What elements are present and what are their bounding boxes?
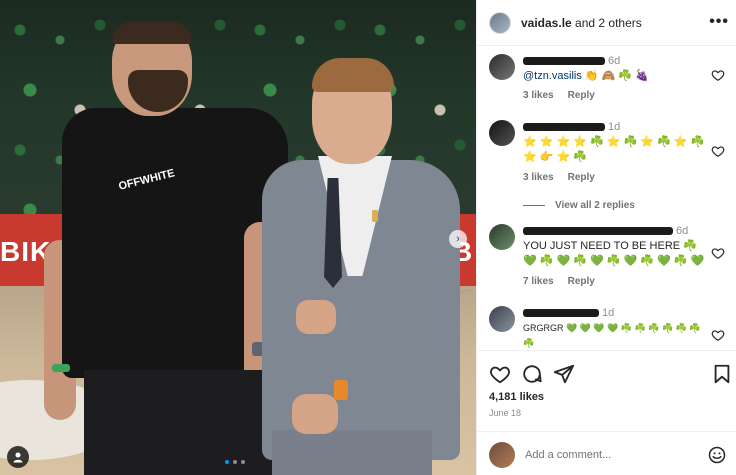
replies-divider (523, 205, 545, 206)
more-icon: ••• (709, 13, 729, 30)
lapel-pin (372, 210, 378, 222)
comment-text: ⭐ ⭐ ⭐ ⭐ ☘️ ⭐ ☘️ ⭐ ☘️ ⭐ ☘️ ⭐ 👉 ⭐ ☘️ (523, 136, 705, 163)
player-pants (84, 370, 274, 475)
comment-body: 1d GRGRGR 💚 💚 💚 💚 ☘️ ☘️ ☘️ ☘️ ☘️ ☘️ ☘️ (523, 306, 707, 350)
like-comment-icon[interactable] (711, 68, 725, 82)
redacted-username[interactable] (523, 309, 599, 318)
comment-icon[interactable] (521, 363, 543, 385)
carousel-dot-active (225, 460, 229, 464)
comment-mention[interactable]: @tzn.vasilis (523, 70, 582, 82)
like-comment-icon[interactable] (711, 144, 725, 158)
wristband (52, 364, 70, 372)
reply-button[interactable]: Reply (568, 276, 595, 287)
comment-time: 6d (676, 225, 689, 237)
post-header: vaidas.le and 2 others ••• (477, 0, 736, 46)
comment-body: 1d ⭐ ⭐ ⭐ ⭐ ☘️ ⭐ ☘️ ⭐ ☘️ ⭐ ☘️ ⭐ 👉 ⭐ ☘️ (523, 120, 707, 165)
post-side-panel: vaidas.le and 2 others ••• 6d @tzn.vasil… (476, 0, 736, 475)
view-replies-label[interactable]: View all 2 replies (555, 200, 635, 211)
chevron-right-icon: › (456, 233, 460, 245)
post-author[interactable]: vaidas.le and 2 others (521, 16, 642, 30)
commenter-avatar[interactable] (489, 54, 515, 80)
carousel-dot (241, 460, 245, 464)
bookmark-icon[interactable] (711, 363, 733, 385)
man-pants (272, 430, 432, 475)
commenter-avatar[interactable] (489, 120, 515, 146)
comment-actions: 3 likes Reply (523, 172, 595, 183)
comment-actions: 7 likes Reply (523, 276, 595, 287)
commenter-avatar[interactable] (489, 224, 515, 250)
redacted-username[interactable] (523, 123, 605, 132)
carousel-dots (225, 460, 245, 464)
reply-button[interactable]: Reply (568, 172, 595, 183)
comment-item: 6d YOU JUST NEED TO BE HERE ☘️ 💚 ☘️ 💚 ☘️… (489, 224, 725, 290)
author-avatar[interactable] (489, 11, 511, 34)
comment-item: 1d GRGRGR 💚 💚 💚 💚 ☘️ ☘️ ☘️ ☘️ ☘️ ☘️ ☘️ (489, 306, 725, 350)
comment-input[interactable] (525, 446, 695, 464)
comment-item: 1d ⭐ ⭐ ⭐ ⭐ ☘️ ⭐ ☘️ ⭐ ☘️ ⭐ ☘️ ⭐ 👉 ⭐ ☘️ 3 … (489, 120, 725, 190)
redacted-username[interactable] (523, 227, 673, 236)
comment-time: 1d (608, 121, 621, 133)
comment-likes[interactable]: 3 likes (523, 172, 554, 183)
emoji-icon[interactable] (707, 445, 727, 465)
next-photo-button[interactable]: › (449, 230, 467, 248)
like-comment-icon[interactable] (711, 328, 725, 342)
comment-body: 6d @tzn.vasilis 👏 🙈 ☘️ 🍇 (523, 54, 707, 84)
orange-watch (334, 380, 348, 400)
post-actions: 4,181 likes June 18 (477, 350, 736, 470)
comment-body: 6d YOU JUST NEED TO BE HERE ☘️ 💚 ☘️ 💚 ☘️… (523, 224, 707, 269)
heart-icon[interactable] (489, 363, 511, 385)
comment-text: 👏 🙈 ☘️ 🍇 (584, 70, 649, 82)
add-comment-bar (477, 431, 736, 475)
post-likes-count[interactable]: 4,181 likes (489, 391, 544, 403)
comment-time: 6d (608, 55, 621, 67)
view-replies-button[interactable]: View all 2 replies (523, 200, 635, 211)
redacted-username[interactable] (523, 57, 605, 66)
man-hand (292, 394, 338, 434)
current-user-avatar (489, 442, 515, 468)
post-photo[interactable]: BIKAU B OFFWHITE › (0, 0, 476, 475)
man-hair (312, 58, 394, 92)
carousel-dot (233, 460, 237, 464)
player-hair (112, 22, 192, 44)
user-tag-icon (13, 452, 23, 463)
comment-actions: 3 likes Reply (523, 90, 595, 101)
like-comment-icon[interactable] (711, 246, 725, 260)
reply-button[interactable]: Reply (568, 90, 595, 101)
man-hand (296, 300, 336, 334)
comment-text: GRGRGR 💚 💚 💚 💚 ☘️ ☘️ ☘️ ☘️ ☘️ ☘️ ☘️ (523, 323, 701, 348)
comment-text: YOU JUST NEED TO BE HERE ☘️ 💚 ☘️ 💚 ☘️ 💚 … (523, 240, 705, 267)
author-username[interactable]: vaidas.le (521, 16, 572, 30)
commenter-avatar[interactable] (489, 306, 515, 332)
comment-time: 1d (602, 307, 615, 319)
share-icon[interactable] (553, 363, 575, 385)
post-date: June 18 (489, 408, 522, 418)
more-options-button[interactable]: ••• (709, 13, 729, 31)
comment-item: 6d @tzn.vasilis 👏 🙈 ☘️ 🍇 3 likes Reply (489, 54, 725, 106)
comment-likes[interactable]: 7 likes (523, 276, 554, 287)
author-suffix[interactable]: and 2 others (575, 16, 642, 30)
comment-likes[interactable]: 3 likes (523, 90, 554, 101)
tagged-users-button[interactable] (7, 446, 29, 468)
